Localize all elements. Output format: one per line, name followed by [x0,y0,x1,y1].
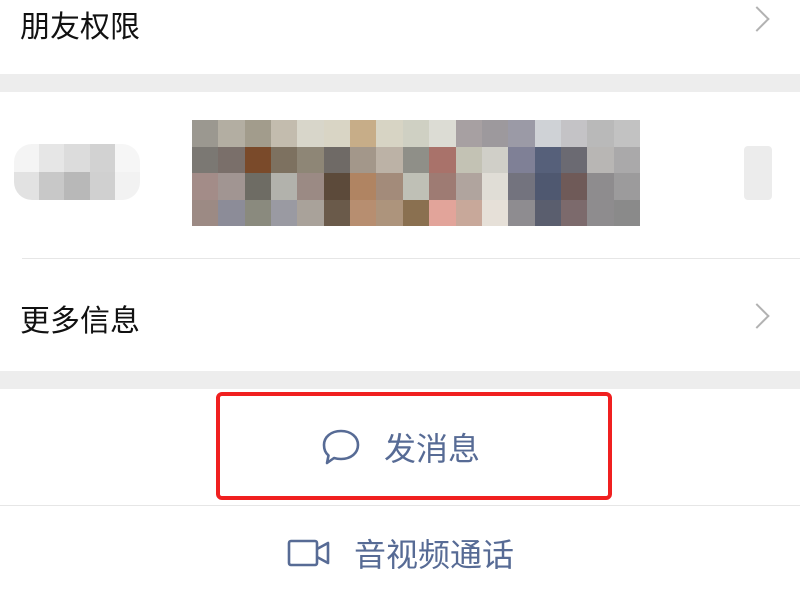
friend-permissions-label: 朋友权限 [20,10,140,45]
moments-photo-thumbnails [192,120,640,226]
mosaic-cell [455,120,482,147]
mosaic-cell [376,146,403,173]
mosaic-cell [244,199,272,226]
mosaic-cell [402,199,430,226]
mosaic-cell [350,146,377,173]
mosaic-cell [323,173,351,200]
mosaic-cell [192,146,219,173]
mosaic-cell [114,172,140,200]
mosaic-cell [271,199,298,226]
mosaic-cell [244,146,272,173]
video-call-button[interactable]: 音视频通话 [0,506,800,600]
mosaic-cell [402,120,430,147]
mosaic-cell [218,199,245,226]
mosaic-cell [455,199,482,226]
mosaic-cell [587,120,614,147]
mosaic-cell [376,120,403,147]
mosaic-cell [192,173,219,200]
blurred-chevron-thumbnail [744,146,772,200]
mosaic-cell [587,146,614,173]
mosaic-cell [14,144,40,172]
mosaic-cell [244,120,272,147]
mosaic-cell [613,199,640,226]
mosaic-cell [297,199,324,226]
mosaic-cell [534,146,561,173]
mosaic-cell [508,173,535,200]
mosaic-cell [350,173,377,200]
mosaic-cell [455,173,482,200]
mosaic-cell [114,144,140,172]
chevron-right-icon [744,6,770,32]
mosaic-cell [613,120,640,147]
mosaic-cell [89,144,115,172]
mosaic-cell [323,146,351,173]
mosaic-cell [64,172,90,200]
more-info-label: 更多信息 [20,304,140,339]
moments-row[interactable] [0,92,800,258]
mosaic-cell [560,146,588,173]
mosaic-cell [39,144,65,172]
mosaic-cell [89,172,115,200]
mosaic-cell [402,173,430,200]
section-gap [0,74,800,92]
blurred-label-thumbnail [14,144,140,200]
video-camera-icon [287,539,330,567]
mosaic-cell [323,120,351,147]
mosaic-cell [376,173,403,200]
mosaic-cell [481,120,509,147]
highlight-box [216,392,612,500]
mosaic-cell [271,146,298,173]
mosaic-cell [39,172,65,200]
mosaic-cell [402,146,430,173]
mosaic-cell [560,120,588,147]
mosaic-cell [297,120,324,147]
mosaic-cell [481,199,509,226]
mosaic-cell [429,146,456,173]
mosaic-cell [218,120,245,147]
mosaic-cell [64,144,90,172]
mosaic-cell [587,173,614,200]
video-call-label: 音视频通话 [353,536,514,574]
mosaic-cell [534,173,561,200]
mosaic-cell [508,146,535,173]
mosaic-cell [244,173,272,200]
mosaic-cell [429,173,456,200]
mosaic-cell [376,199,403,226]
mosaic-cell [14,172,40,200]
mosaic-cell [560,199,588,226]
mosaic-cell [350,199,377,226]
mosaic-cell [481,146,509,173]
mosaic-cell [534,120,561,147]
mosaic-cell [350,120,377,147]
section-gap [0,371,800,389]
mosaic-cell [587,199,614,226]
mosaic-cell [323,199,351,226]
chevron-right-icon [744,303,770,329]
mosaic-cell [508,120,535,147]
mosaic-cell [534,199,561,226]
mosaic-cell [429,120,456,147]
mosaic-cell [192,120,219,147]
mosaic-cell [481,173,509,200]
mosaic-cell [560,173,588,200]
mosaic-cell [455,146,482,173]
mosaic-cell [508,199,535,226]
mosaic-cell [192,199,219,226]
mosaic-cell [218,146,245,173]
mosaic-cell [429,199,456,226]
friend-permissions-row[interactable]: 朋友权限 [0,0,800,74]
mosaic-cell [271,120,298,147]
mosaic-cell [613,173,640,200]
more-info-row[interactable]: 更多信息 [0,259,800,371]
mosaic-cell [271,173,298,200]
mosaic-cell [297,146,324,173]
mosaic-cell [297,173,324,200]
mosaic-cell [218,173,245,200]
mosaic-cell [613,146,640,173]
